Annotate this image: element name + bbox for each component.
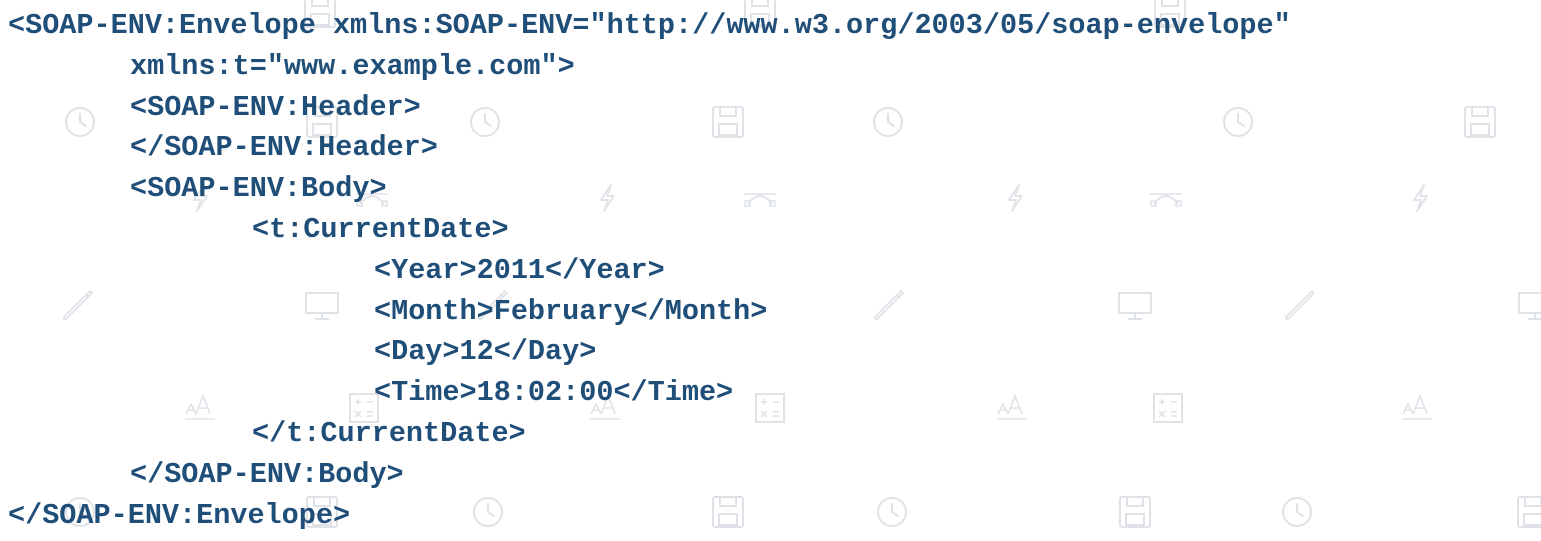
code-line-envelope-close: </SOAP-ENV:Envelope> — [8, 498, 351, 532]
monitor-icon — [1518, 292, 1541, 320]
font-size-icon — [1402, 393, 1432, 420]
code-line-day: <Day>12</Day> — [374, 335, 597, 369]
code-line-month: <Month>February</Month> — [374, 294, 768, 328]
code-line-header-open: <SOAP-ENV:Header> — [130, 90, 421, 124]
lightning-icon — [1413, 184, 1428, 212]
code-line-envelope-open: <SOAP-ENV:Envelope xmlns:SOAP-ENV="http:… — [8, 9, 1291, 42]
save-icon — [1517, 496, 1541, 528]
code-line-time: <Time>18:02:00</Time> — [374, 376, 734, 410]
page: <SOAP-ENV:Envelope xmlns:SOAP-ENV="http:… — [0, 0, 1541, 541]
code-block: <SOAP-ENV:Envelope xmlns:SOAP-ENV="http:… — [8, 6, 1291, 536]
code-line-currentdate-close: </t:CurrentDate> — [252, 416, 526, 450]
code-line-namespace: xmlns:t="www.example.com"> — [130, 49, 575, 83]
code-line-header-close: </SOAP-ENV:Header> — [130, 131, 438, 165]
save-icon — [1464, 106, 1496, 138]
code-line-body-close: </SOAP-ENV:Body> — [130, 457, 404, 491]
code-line-currentdate-open: <t:CurrentDate> — [252, 212, 509, 246]
code-line-year: <Year>2011</Year> — [374, 253, 665, 287]
code-line-body-open: <SOAP-ENV:Body> — [130, 172, 387, 206]
